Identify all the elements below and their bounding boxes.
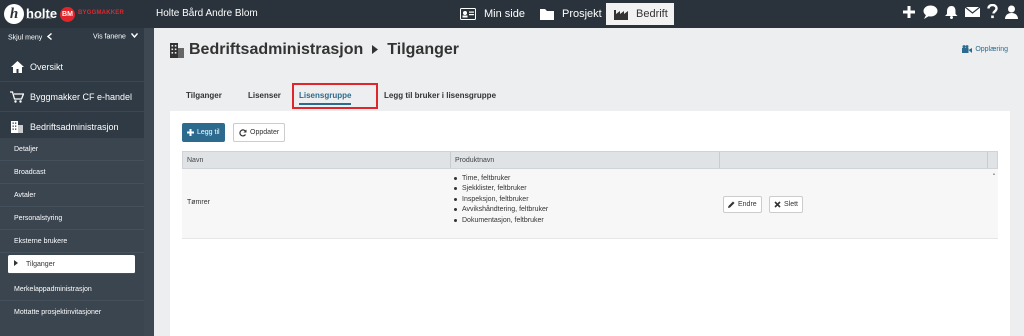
tab-legg-til-bruker[interactable]: Legg til bruker i lisensgruppe [384,83,496,107]
caret-right-icon [372,44,379,56]
hide-menu-label: Skjul meny [8,34,43,42]
page-subtitle: Tilganger [387,41,459,58]
caret-right-icon [14,260,18,268]
sidebar-sub-detaljer[interactable]: Detaljer [0,138,144,161]
refresh-button-label: Oppdater [250,129,280,136]
edit-button[interactable]: Endre [723,196,762,213]
top-bar: h holte - en del av EG BM BYGGMAKKER Hol… [0,0,1024,28]
holte-logo-mark: h [4,4,24,24]
mail-icon[interactable] [965,6,980,18]
folder-icon [540,8,554,20]
sidebar-item-label: Oversikt [30,61,64,72]
column-header-actions [720,152,988,168]
training-link[interactable]: Opplæring [962,45,1008,53]
building-icon [170,42,184,58]
grid-header: Navn Produktnavn [182,151,998,169]
show-tabs-toggle[interactable]: Vis fanene [93,33,138,40]
holte-logo[interactable]: h holte [4,3,57,25]
table-row[interactable]: Tømrer Time, feltbruker Sjekklister, fel… [182,169,998,239]
nav-min-side[interactable]: Min side [452,3,533,25]
sidebar-sub-eksterne-brukere[interactable]: Eksterne brukere [0,230,144,253]
sidebar-item-label: Bedriftsadministrasjon [30,122,119,132]
breadcrumb: Bedriftsadministrasjon Tilganger [170,41,459,59]
list-item: Sjekklister, feltbruker [454,184,548,195]
sidebar-sub-avtaler[interactable]: Avtaler [0,184,144,207]
delete-button[interactable]: Slett [769,196,804,213]
list-item: Avvikshåndtering, feltbruker [454,205,548,216]
nav-prosjekt-label: Prosjekt [562,8,602,20]
byggmakker-logo-text: BYGGMAKKER [78,10,125,16]
cart-icon [10,90,24,103]
add-button[interactable]: Legg til [182,123,225,142]
home-icon [10,60,24,73]
sidebar-sub-broadcast[interactable]: Broadcast [0,161,144,184]
nav-min-side-label: Min side [484,8,525,20]
video-camera-icon [962,45,973,53]
sidebar-sub-label: Tilganger [26,260,55,268]
content-panel: Legg til Oppdater Navn Produktnavn Tømre… [170,111,1010,336]
list-item: Inspeksjon, feltbruker [454,194,548,205]
tab-tilganger[interactable]: Tilganger [186,83,222,107]
close-icon [774,201,781,208]
add-button-label: Legg til [197,129,220,136]
id-card-icon [460,8,476,20]
column-header-produktnavn[interactable]: Produktnavn [451,152,720,168]
edit-button-label: Endre [738,201,757,208]
column-header-navn[interactable]: Navn [183,152,451,168]
building-icon [10,121,24,133]
holte-logo-subtitle: - en del av EG [26,15,52,20]
sidebar-item-oversikt[interactable]: Oversikt [0,52,144,82]
list-item: Dokumentasjon, feltbruker [454,215,548,226]
refresh-button[interactable]: Oppdater [233,123,286,142]
bell-icon[interactable] [945,5,958,19]
top-right-icons [895,4,1018,19]
hide-menu-toggle[interactable]: Skjul meny [8,32,53,42]
pencil-icon [728,201,735,208]
plus-icon[interactable] [902,5,916,19]
sidebar-item-byggmakker[interactable]: Byggmakker CF e-handel [0,82,144,112]
chevron-left-icon [47,32,53,42]
scroll-up-icon[interactable]: ▲ [992,171,996,176]
chevron-down-icon [130,33,138,40]
user-name: Holte Bård Andre Blom [156,8,258,19]
sidebar-sub-tilganger[interactable]: Tilganger [8,255,135,274]
refresh-icon [239,128,247,137]
nav-bedrift[interactable]: Bedrift [606,3,674,25]
sidebar-sub-prosjektinvitasjoner[interactable]: Mottatte prosjektinvitasjoner [0,301,144,324]
question-icon[interactable] [987,4,998,19]
main-content: Bedriftsadministrasjon Tilganger Opplæri… [154,28,1024,336]
sidebar-sub-merkelapp[interactable]: Merkelappadministrasjon [0,278,144,301]
delete-button-label: Slett [784,201,799,208]
sidebar-item-label: Byggmakker CF e-handel [30,91,133,102]
tab-highlight-box [292,83,378,109]
user-icon[interactable] [1005,5,1018,19]
page-title: Bedriftsadministrasjon [189,41,364,58]
product-list: Time, feltbruker Sjekklister, feltbruker… [454,173,548,226]
chat-icon[interactable] [923,5,938,19]
sidebar: Skjul meny Vis fanene Oversikt Byggmakke… [0,28,144,336]
training-label: Opplæring [975,45,1008,53]
nav-prosjekt[interactable]: Prosjekt [532,3,610,25]
show-tabs-label: Vis fanene [93,33,126,41]
byggmakker-badge: BM [60,7,75,22]
factory-icon [614,8,628,20]
row-name: Tømrer [187,199,210,206]
nav-bedrift-label: Bedrift [636,8,668,20]
plus-icon [187,129,194,136]
list-item: Time, feltbruker [454,173,548,184]
tab-lisenser[interactable]: Lisenser [248,83,281,107]
sidebar-sub-personalstyring[interactable]: Personalstyring [0,207,144,230]
sidebar-divider [144,28,154,336]
